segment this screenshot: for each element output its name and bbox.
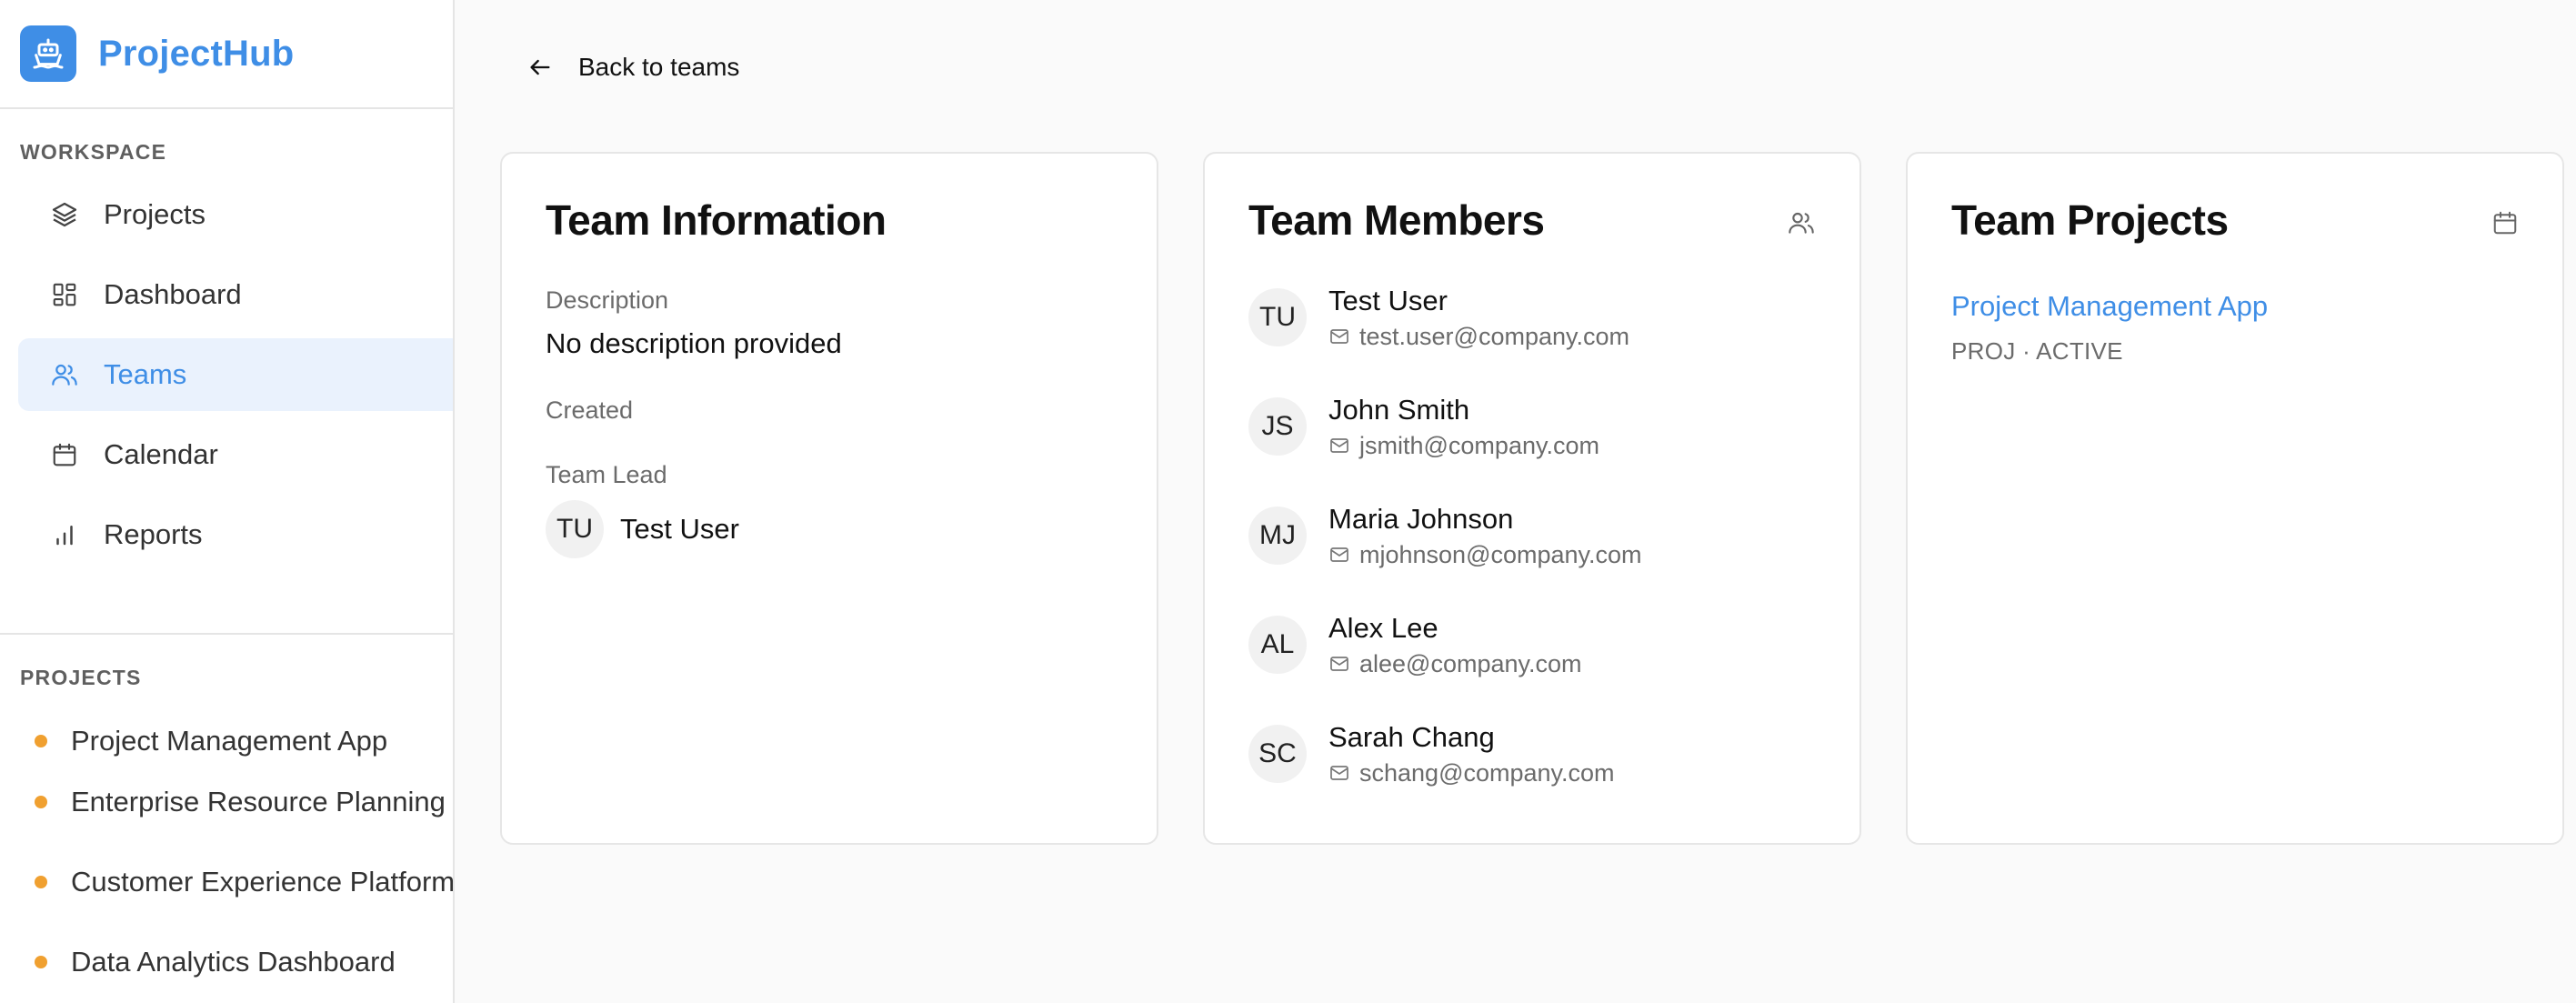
member-name: Sarah Chang — [1328, 720, 1495, 753]
back-label: Back to teams — [578, 53, 740, 81]
project-item[interactable]: Data Analytics Dashboard — [0, 922, 453, 1002]
member-row[interactable]: AL Alex Lee alee@company.com — [1248, 590, 1816, 699]
project-item[interactable]: Customer Experience Platform — [0, 842, 453, 922]
brand[interactable]: ProjectHub — [0, 0, 453, 109]
avatar: JS — [1248, 397, 1307, 456]
dashboard-icon — [49, 279, 80, 310]
calendar-icon — [49, 439, 80, 470]
back-to-teams-link[interactable]: Back to teams — [527, 53, 739, 82]
description-value: No description provided — [546, 327, 842, 359]
project-item-label: Data Analytics Dashboard — [71, 946, 396, 978]
status-dot — [35, 735, 47, 747]
nav-item-teams[interactable]: Teams — [18, 338, 453, 411]
member-email-text: alee@company.com — [1359, 649, 1582, 677]
users-icon — [49, 359, 80, 390]
mail-icon — [1328, 435, 1350, 456]
nav-item-label: Dashboard — [104, 278, 242, 310]
member-row[interactable]: SC Sarah Chang schang@company.com — [1248, 699, 1816, 808]
member-name: Maria Johnson — [1328, 502, 1514, 535]
project-item-label: Enterprise Resource Planning — [71, 786, 446, 817]
users-icon — [1787, 208, 1816, 237]
status-dot — [35, 876, 47, 888]
card-title: Team Projects — [1951, 196, 2229, 244]
projects-section-label: PROJECTS — [20, 666, 142, 689]
project-item[interactable]: Project Management App — [0, 720, 453, 762]
team-project-meta: PROJ · ACTIVE — [1951, 337, 2123, 365]
member-row[interactable]: TU Test User test.user@company.com — [1248, 263, 1816, 372]
avatar: TU — [1248, 288, 1307, 346]
member-list: TU Test User test.user@company.com JS Jo… — [1248, 263, 1816, 808]
member-name: Test User — [1328, 284, 1448, 316]
team-members-card: Team Members TU Test User test.user@comp… — [1203, 152, 1861, 845]
nav-item-label: Reports — [104, 518, 203, 550]
project-item-label: Customer Experience Platform — [71, 866, 455, 898]
avatar: MJ — [1248, 507, 1307, 565]
member-row[interactable]: JS John Smith jsmith@company.com — [1248, 372, 1816, 481]
bar-chart-icon — [49, 519, 80, 550]
team-information-card: Team Information Description No descript… — [500, 152, 1158, 845]
calendar-icon — [2491, 209, 2519, 236]
team-projects-card: Team Projects Project Management App PRO… — [1906, 152, 2564, 845]
workspace-nav: Projects Dashboard Teams Calendar Report… — [0, 178, 453, 571]
mail-icon — [1328, 544, 1350, 566]
member-email: test.user@company.com — [1328, 323, 1629, 351]
description-label: Description — [546, 286, 669, 314]
nav-item-calendar[interactable]: Calendar — [18, 418, 453, 491]
project-item[interactable]: Enterprise Resource Planning — [0, 762, 453, 842]
team-project-link[interactable]: Project Management App — [1951, 290, 2519, 323]
member-email-text: schang@company.com — [1359, 758, 1615, 787]
sidebar: ProjectHub WORKSPACE Projects Dashboard — [0, 0, 455, 1003]
mail-icon — [1328, 653, 1350, 675]
main-content: Back to teams Team Information Descripti… — [455, 0, 2576, 1003]
member-email: schang@company.com — [1328, 759, 1615, 787]
status-dot — [35, 956, 47, 968]
avatar: SC — [1248, 725, 1307, 783]
status-dot — [35, 796, 47, 808]
member-email: jsmith@company.com — [1328, 432, 1599, 460]
arrow-left-icon — [527, 55, 553, 80]
member-row[interactable]: MJ Maria Johnson mjohnson@company.com — [1248, 481, 1816, 590]
sidebar-divider — [0, 633, 453, 635]
member-name: Alex Lee — [1328, 611, 1438, 644]
layers-icon — [49, 199, 80, 230]
member-email-text: mjohnson@company.com — [1359, 540, 1642, 568]
member-name: John Smith — [1328, 393, 1470, 426]
workspace-section-label: WORKSPACE — [20, 140, 167, 164]
team-lead-name: Test User — [620, 513, 739, 545]
mail-icon — [1328, 326, 1350, 347]
mail-icon — [1328, 762, 1350, 784]
nav-item-label: Teams — [104, 358, 187, 390]
project-item-label: Project Management App — [71, 725, 388, 757]
member-email-text: test.user@company.com — [1359, 322, 1630, 350]
member-email: alee@company.com — [1328, 650, 1582, 678]
nav-item-label: Projects — [104, 198, 205, 230]
avatar: TU — [546, 500, 604, 558]
app-root: ProjectHub WORKSPACE Projects Dashboard — [0, 0, 2576, 1003]
project-list: Project Management App Enterprise Resour… — [0, 720, 453, 1002]
nav-item-reports[interactable]: Reports — [18, 498, 453, 571]
app-name: ProjectHub — [98, 33, 295, 74]
team-lead: TU Test User — [546, 500, 1113, 558]
nav-item-projects[interactable]: Projects — [18, 178, 453, 251]
member-email: mjohnson@company.com — [1328, 541, 1642, 569]
nav-item-dashboard[interactable]: Dashboard — [18, 258, 453, 331]
ship-logo-icon — [20, 25, 76, 82]
member-email-text: jsmith@company.com — [1359, 431, 1599, 459]
created-label: Created — [546, 396, 634, 424]
nav-item-label: Calendar — [104, 438, 218, 470]
card-title: Team Members — [1248, 196, 1545, 244]
card-title: Team Information — [546, 196, 887, 244]
avatar: AL — [1248, 616, 1307, 674]
team-lead-label: Team Lead — [546, 461, 667, 488]
